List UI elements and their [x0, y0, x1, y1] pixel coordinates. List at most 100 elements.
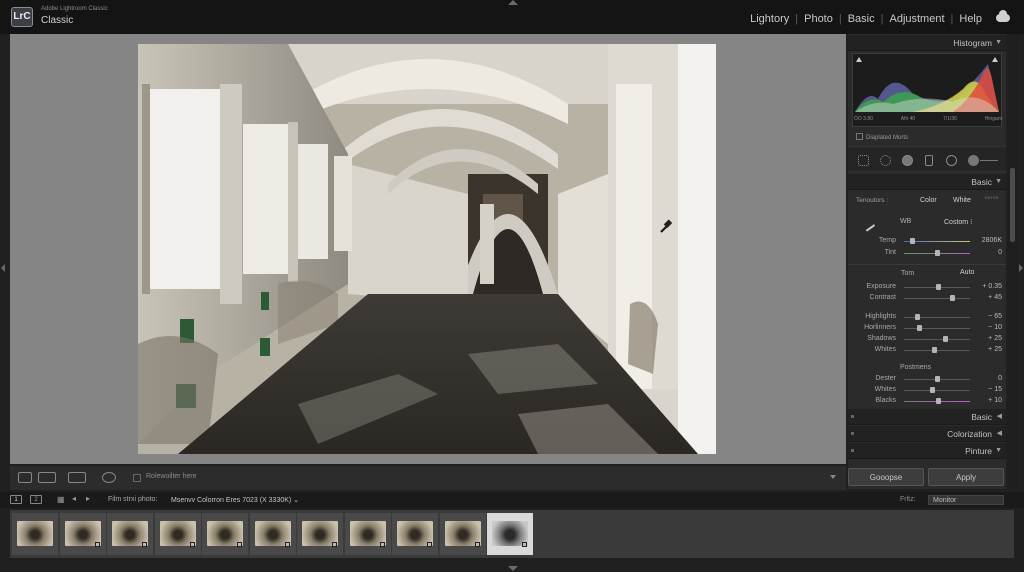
forward-arrow-icon[interactable]: ▸	[86, 494, 90, 503]
grid-view-icon[interactable]: ▦	[57, 495, 65, 504]
section-pinture-collapse-icon[interactable]: ▼	[995, 443, 1002, 459]
slider-row[interactable]: Exposure + 0.35	[854, 282, 1002, 292]
shadow-clipping-icon[interactable]	[856, 57, 862, 62]
section-toggle-icon[interactable]	[851, 415, 854, 418]
slider-track[interactable]	[904, 317, 970, 318]
basic-panel-header[interactable]: Basic ▼	[848, 174, 1006, 190]
section-basic-header[interactable]: Basic ◀	[848, 409, 1006, 425]
slider-row[interactable]: Blacks + 10	[854, 396, 1002, 406]
slider-track[interactable]	[904, 339, 970, 340]
apply-button[interactable]: Apply	[928, 468, 1004, 486]
slider-handle[interactable]	[936, 284, 942, 290]
filmstrip[interactable]	[10, 510, 1014, 558]
loupe-view-icon[interactable]	[18, 472, 32, 483]
filmstrip-thumbnail[interactable]	[202, 513, 248, 555]
histogram-header[interactable]: Histogram ▼	[848, 35, 1006, 51]
histogram-collapse-icon[interactable]: ▼	[995, 35, 1002, 51]
slider-row[interactable]: Contrast + 45	[854, 293, 1002, 303]
tone-auto-button[interactable]: Auto	[960, 269, 974, 276]
slider-row[interactable]: Shadows + 25	[854, 334, 1002, 344]
slider-handle[interactable]	[915, 314, 921, 320]
section-colorization-header[interactable]: Colorization ◀	[848, 426, 1006, 442]
section-colorization-expand-icon[interactable]: ◀	[997, 426, 1002, 442]
slider-row[interactable]: Highlights − 65	[854, 312, 1002, 322]
brush-size-slider[interactable]	[980, 160, 998, 161]
slider-handle[interactable]	[949, 295, 955, 301]
crop-overlay-icon[interactable]	[102, 472, 116, 483]
slider-row[interactable]: Dester 0	[854, 374, 1002, 384]
slider-handle[interactable]	[916, 325, 922, 331]
filmstrip-thumbnail[interactable]	[154, 513, 201, 555]
collapse-top-panel-icon[interactable]	[508, 0, 518, 5]
collapse-left-panel-icon[interactable]	[1, 264, 5, 272]
brush-tool-icon[interactable]	[968, 155, 979, 166]
highlight-clipping-icon[interactable]	[992, 57, 998, 62]
slider-handle[interactable]	[936, 398, 942, 404]
basic-panel-title: Basic	[971, 177, 992, 187]
slider-handle[interactable]	[935, 376, 940, 382]
histogram-info: ÖO 3.80 Afö 40 7/1/36 Hingant	[854, 116, 1002, 122]
slider-handle[interactable]	[929, 387, 935, 393]
radial-filter-tool-icon[interactable]	[946, 155, 957, 166]
slider-row[interactable]: Whites + 25	[854, 345, 1002, 355]
slider-track[interactable]	[904, 390, 970, 391]
slider-handle[interactable]	[931, 347, 937, 353]
filmstrip-thumbnail[interactable]	[249, 513, 296, 555]
section-toggle-icon[interactable]	[851, 432, 854, 435]
slider-track[interactable]	[904, 350, 970, 351]
module-link-photo[interactable]: Photo	[804, 13, 833, 25]
slider-handle[interactable]	[942, 336, 948, 342]
slider-row[interactable]: Horlinners − 10	[854, 323, 1002, 333]
display-mask-checkbox[interactable]: Diaplated Morts	[856, 133, 908, 141]
wb-preset-select[interactable]: Costom ⁝	[944, 218, 972, 226]
collapse-right-panel-icon[interactable]	[1019, 264, 1023, 272]
module-link-basic[interactable]: Basic	[848, 13, 875, 25]
treatment-color-option[interactable]: Color	[920, 197, 937, 204]
filmstrip-thumbnail[interactable]	[392, 513, 438, 555]
filmstrip-thumbnail[interactable]	[297, 513, 343, 555]
treatment-white-option[interactable]: White	[953, 197, 971, 204]
compare-view-icon[interactable]	[68, 472, 86, 483]
primary-window-button[interactable]: 1	[10, 495, 22, 504]
slider-row[interactable]: Whites − 15	[854, 385, 1002, 395]
graduated-filter-tool-icon[interactable]	[925, 155, 933, 166]
filmstrip-source-name[interactable]: Msenvv Colorron Eres 7023 (X 3330K) ⌄	[171, 496, 299, 504]
filmstrip-thumbnail[interactable]	[487, 513, 533, 555]
secondary-window-button[interactable]: 2	[30, 495, 42, 504]
crop-tool-icon[interactable]	[858, 155, 869, 166]
spot-removal-tool-icon[interactable]	[880, 155, 891, 166]
slider-track[interactable]	[904, 298, 970, 299]
slider-handle[interactable]	[935, 250, 940, 256]
previous-button[interactable]: Gooopse	[848, 468, 924, 486]
filmstrip-thumbnail[interactable]	[107, 513, 153, 555]
scrollbar-thumb[interactable]	[1010, 168, 1015, 242]
slider-row[interactable]: Temp 2806K	[854, 236, 1002, 246]
module-link-help[interactable]: Help	[959, 13, 982, 25]
section-basic-expand-icon[interactable]: ◀	[997, 409, 1002, 425]
section-toggle-icon[interactable]	[851, 449, 854, 452]
module-link-lightory[interactable]: Lightory	[750, 13, 789, 25]
section-pinture-header[interactable]: Pinture ▼	[848, 443, 1006, 459]
filmstrip-thumbnail[interactable]	[344, 513, 391, 555]
basic-panel-collapse-icon[interactable]: ▼	[995, 174, 1002, 190]
toolbar-checkbox[interactable]	[133, 474, 141, 482]
slider-track[interactable]	[904, 328, 970, 329]
slider-handle[interactable]	[909, 238, 915, 244]
cloud-sync-icon[interactable]	[996, 10, 1010, 22]
edited-badge-icon	[237, 542, 242, 547]
wb-eyedropper-icon[interactable]	[858, 214, 876, 232]
main-photo[interactable]	[138, 44, 716, 454]
filmstrip-thumbnail[interactable]	[439, 513, 486, 555]
filmstrip-thumbnail[interactable]	[12, 513, 58, 555]
right-panel-scrollbar[interactable]	[1008, 34, 1018, 489]
slider-row[interactable]: Tint 0	[854, 248, 1002, 258]
filmstrip-thumbnail[interactable]	[59, 513, 106, 555]
filter-select[interactable]: Monitor	[928, 495, 1004, 505]
back-arrow-icon[interactable]: ◂	[72, 494, 76, 503]
before-after-view-icon[interactable]	[38, 472, 56, 483]
collapse-filmstrip-icon[interactable]	[508, 566, 518, 571]
redeye-tool-icon[interactable]	[902, 155, 913, 166]
toolbar-menu-chevron-icon[interactable]	[830, 475, 836, 479]
module-link-adjustment[interactable]: Adjustment	[889, 13, 944, 25]
image-canvas[interactable]	[10, 34, 846, 464]
